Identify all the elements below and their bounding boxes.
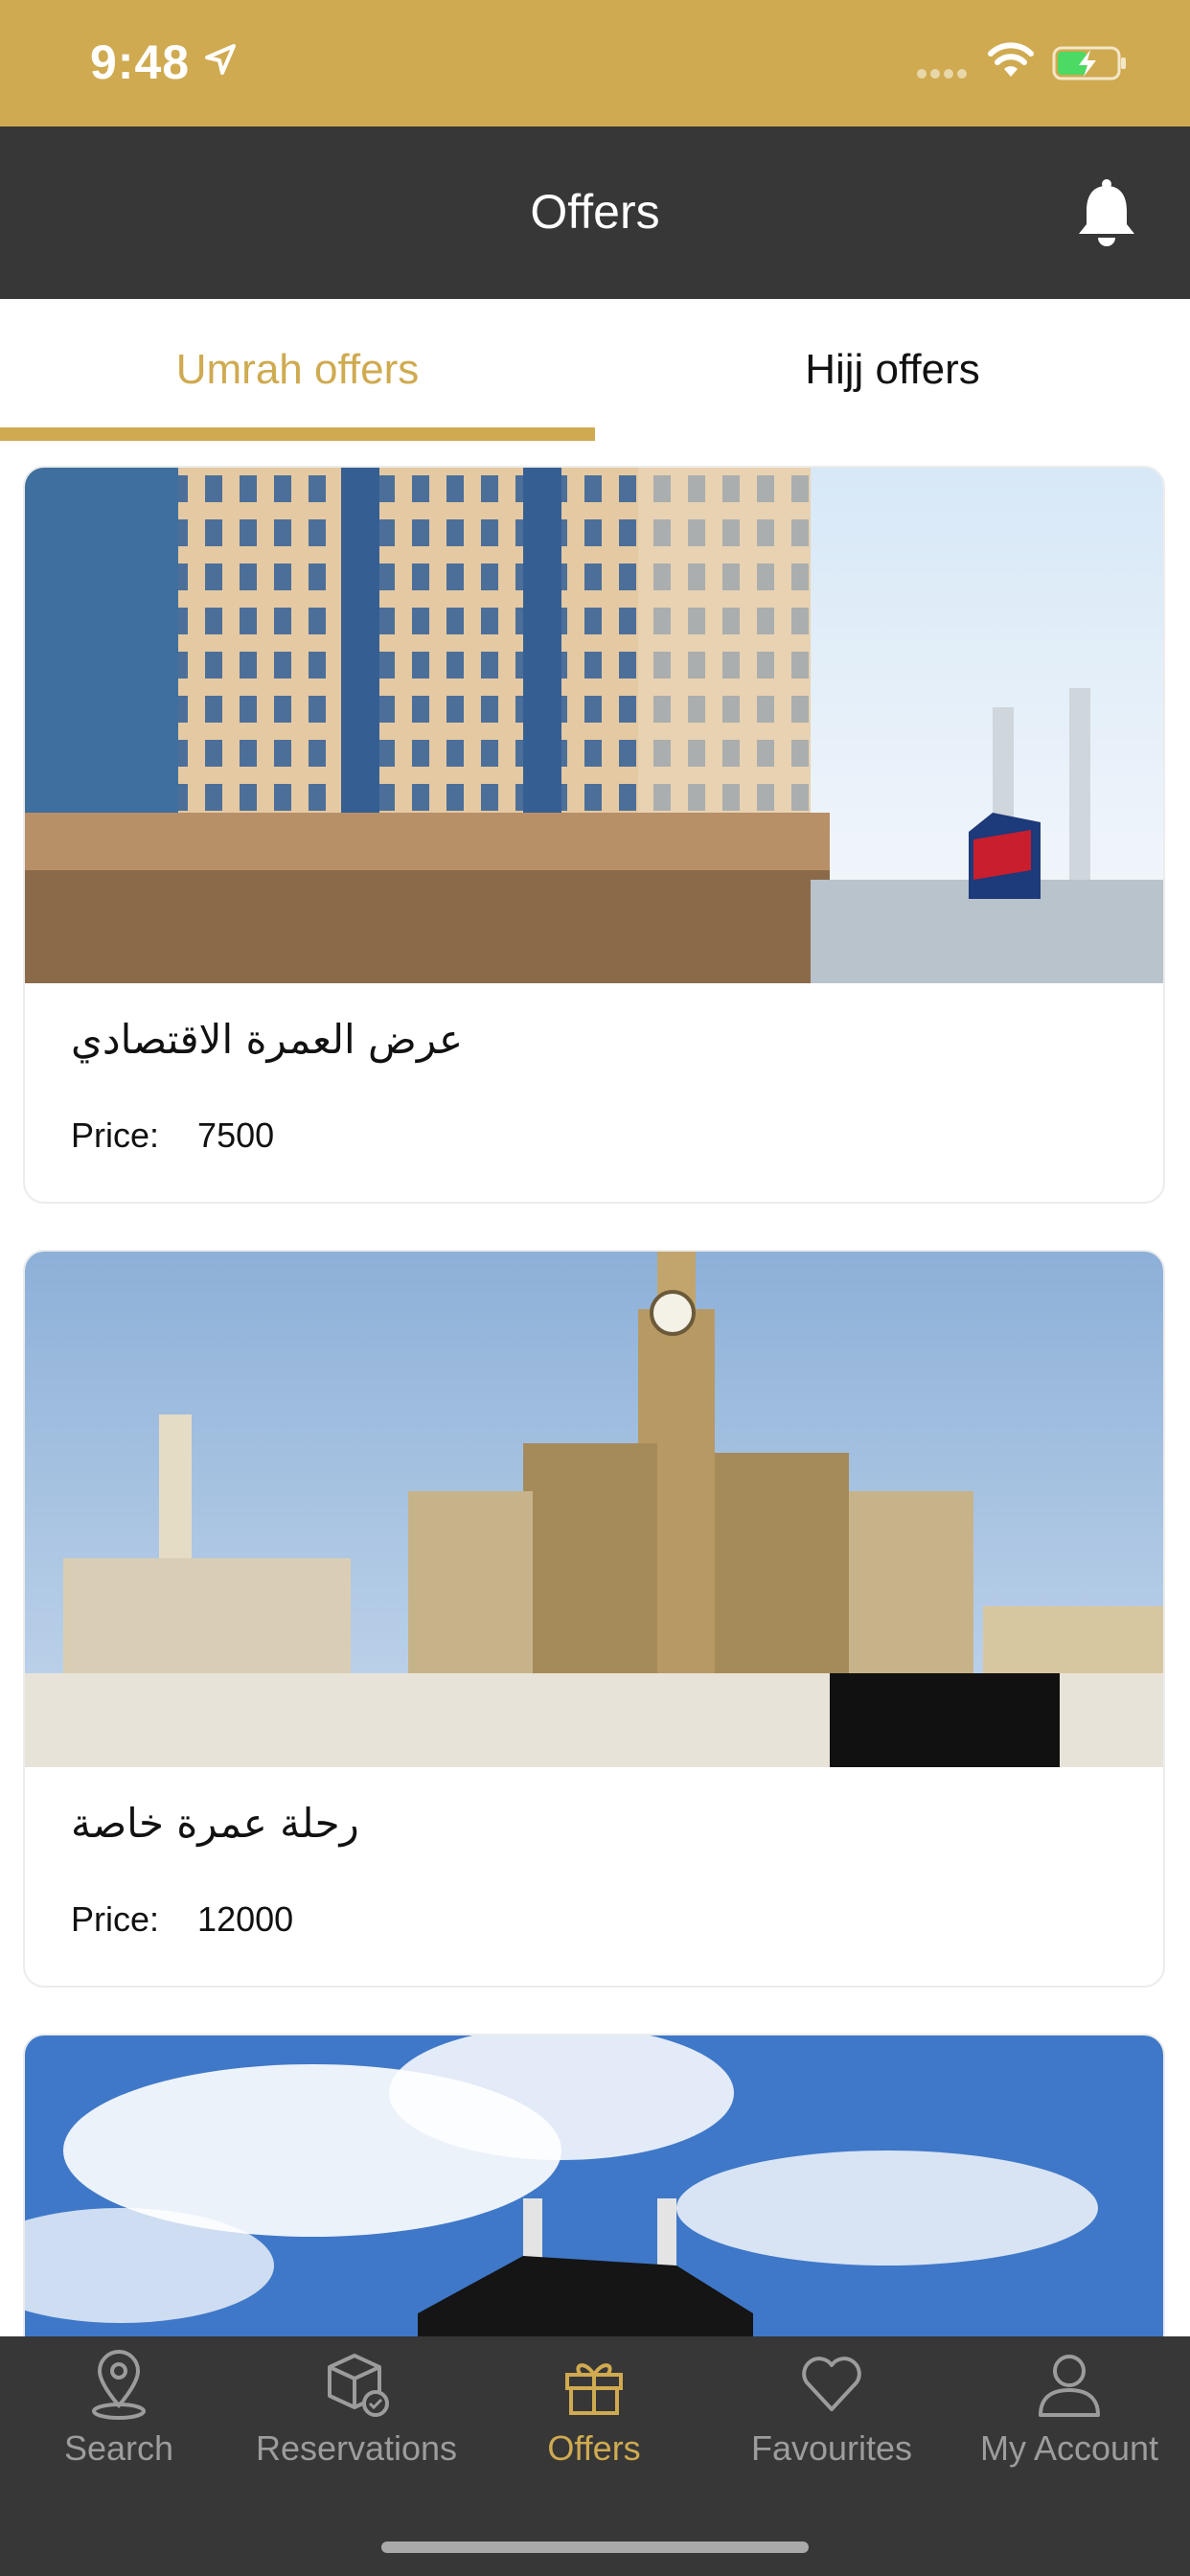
nav-label: Reservations [255, 2428, 458, 2468]
cellular-signal-icon [917, 69, 967, 79]
package-check-icon [328, 2354, 389, 2417]
app-header: Offers [0, 126, 1190, 299]
nav-label: Offers [547, 2428, 641, 2468]
battery-charging-icon [1052, 46, 1126, 80]
map-pin-icon [92, 2350, 146, 2420]
nav-item-search[interactable]: Search [0, 2336, 238, 2499]
offer-image-hotel-tower [25, 468, 1163, 983]
price-label: Price: [71, 1899, 160, 1939]
offer-title: عرض العمرة الاقتصادي [71, 1016, 464, 1063]
offers-list[interactable]: عرض العمرة الاقتصادي Price: 7500 رحلة عم… [0, 441, 1190, 2336]
offer-type-tabs: Umrah offers Hijj offers [0, 299, 1190, 441]
user-icon [1039, 2355, 1100, 2417]
price-row: Price: 7500 [71, 1116, 274, 1156]
price-label: Price: [71, 1116, 160, 1155]
nav-item-offers[interactable]: Offers [475, 2336, 713, 2499]
offer-card[interactable]: رحلة عمرة خاصة Price: 12000 [23, 1250, 1165, 1988]
offer-card[interactable]: عرض العمرة الاقتصادي Price: 7500 [23, 466, 1165, 1204]
wifi-icon [988, 42, 1034, 77]
active-tab-indicator [0, 427, 595, 441]
nav-item-favourites[interactable]: Favourites [713, 2336, 950, 2499]
tab-umrah-offers[interactable]: Umrah offers [0, 299, 595, 441]
nav-item-reservations[interactable]: Reservations [238, 2336, 475, 2499]
location-arrow-icon [205, 44, 236, 75]
nav-item-my-account[interactable]: My Account [950, 2336, 1188, 2499]
tab-hijj-offers[interactable]: Hijj offers [595, 299, 1190, 441]
gift-icon [565, 2363, 623, 2415]
page-title: Offers [530, 185, 660, 239]
offer-image-kaaba [25, 2036, 1163, 2336]
status-time: 9:48 [90, 35, 191, 89]
nav-label: Search [63, 2428, 174, 2468]
offer-card[interactable] [23, 2034, 1165, 2336]
price-value: 12000 [197, 1899, 294, 1939]
offer-image-clock-tower [25, 1252, 1163, 1767]
heart-icon [802, 2357, 861, 2411]
price-row: Price: 12000 [71, 1899, 293, 1940]
status-bar: 9:48 [0, 0, 1190, 126]
offer-title: رحلة عمرة خاصة [71, 1800, 359, 1847]
nav-label: Favourites [750, 2428, 913, 2468]
home-indicator[interactable] [381, 2542, 809, 2553]
nav-label: My Account [979, 2428, 1159, 2468]
bottom-navigation: Search Reservations Offers Favourites My… [0, 2336, 1190, 2576]
bell-icon[interactable] [1073, 176, 1140, 249]
price-value: 7500 [197, 1116, 275, 1155]
